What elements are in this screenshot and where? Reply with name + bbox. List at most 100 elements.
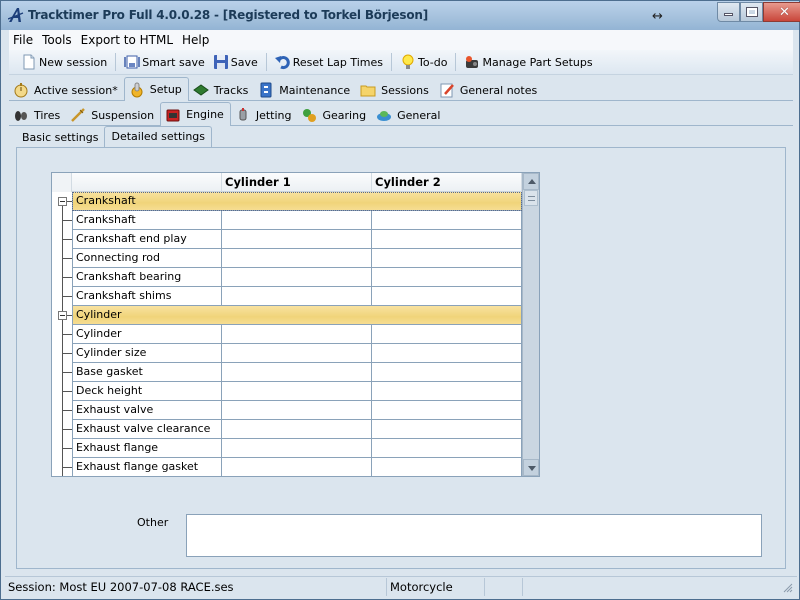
title-bar[interactable]: Tracktimer Pro Full 4.0.0.28 - [Register… [1,1,800,30]
tree-line [62,239,72,240]
grid-cell-cylinder-1[interactable] [222,344,372,363]
grid-cell-cylinder-1[interactable] [222,458,372,476]
grid-cell-cylinder-2[interactable] [372,287,522,306]
grid-header-cylinder-2[interactable]: Cylinder 2 [372,173,522,192]
grid-row[interactable]: Exhaust valve clearance [52,420,522,439]
grid-cell-cylinder-1[interactable] [222,325,372,344]
grid-cell-cylinder-1[interactable] [222,363,372,382]
grid-row[interactable]: Exhaust flange [52,439,522,458]
grid-cell-cylinder-2[interactable] [372,382,522,401]
tab-engine[interactable]: Engine [160,102,231,126]
grid-vertical-scrollbar[interactable] [522,173,539,476]
tree-connector [52,268,72,287]
todo-button[interactable]: To-do [396,51,451,73]
grid-cell-cylinder-2[interactable] [372,268,522,287]
maximize-button[interactable] [740,2,763,22]
grid-row[interactable]: Base gasket [52,363,522,382]
menu-export-html[interactable]: Export to HTML [77,33,177,47]
new-session-button[interactable]: New session [17,51,111,73]
reset-lap-times-button[interactable]: Reset Lap Times [271,51,387,73]
smart-save-button[interactable]: Smart save [120,51,209,73]
grid-row[interactable]: Connecting rod [52,249,522,268]
maintenance-icon [260,82,272,98]
save-button[interactable]: Save [209,51,262,73]
menu-file[interactable]: File [9,33,37,47]
grid-row-label: Crankshaft end play [72,230,222,249]
collapse-toggle-icon[interactable] [58,311,67,320]
grid-cell-cylinder-1[interactable] [222,287,372,306]
tab-tires[interactable]: Tires [9,104,66,126]
grid-cell-cylinder-2[interactable] [372,420,522,439]
setup-tabs: Tires Suspension Engine Jetting Gearing … [9,101,446,126]
grid-body: Crankshaft Crankshaft Crankshaft end play C… [52,192,522,476]
grid-cell-cylinder-2[interactable] [372,211,522,230]
grid-row[interactable]: Crankshaft bearing [52,268,522,287]
tab-basic-settings[interactable]: Basic settings [16,128,104,148]
grid-row[interactable]: Exhaust valve [52,401,522,420]
grid-row[interactable]: Crankshaft shims [52,287,522,306]
tab-setup[interactable]: Setup [123,77,189,101]
engine-subtabs: Basic settings Detailed settings [16,126,213,148]
tab-maintenance[interactable]: Maintenance [254,79,356,101]
tab-sessions[interactable]: Sessions [356,79,435,101]
grid-cell-cylinder-1[interactable] [222,439,372,458]
grid-cell-cylinder-2[interactable] [372,439,522,458]
setup-gear-icon [131,82,143,97]
scroll-up-button[interactable] [523,173,539,190]
close-button[interactable]: ✕ [763,2,800,22]
grid-cell-cylinder-2[interactable] [372,344,522,363]
status-vehicle-type: Motorcycle [387,577,485,596]
grid-row[interactable]: Deck height [52,382,522,401]
grid-cell-cylinder-1[interactable] [222,230,372,249]
grid-cell-cylinder-2[interactable] [372,325,522,344]
grid-cell-cylinder-2[interactable] [372,249,522,268]
grid-group-row[interactable]: Crankshaft [52,192,522,211]
menu-tools[interactable]: Tools [38,33,76,47]
engine-icon [166,109,180,121]
menu-help[interactable]: Help [178,33,213,47]
reset-lap-times-label: Reset Lap Times [292,55,383,69]
grid-cell-cylinder-1[interactable] [222,401,372,420]
resize-grip-icon[interactable] [783,583,793,593]
grid-cell-cylinder-1[interactable] [222,382,372,401]
suspension-icon [71,108,86,122]
grid-row[interactable]: Exhaust flange gasket [52,458,522,476]
grid-row[interactable]: Crankshaft end play [52,230,522,249]
tab-gearing[interactable]: Gearing [297,104,372,126]
grid-cell-cylinder-1[interactable] [222,211,372,230]
grid-cell-cylinder-1[interactable] [222,268,372,287]
tree-line [62,296,72,297]
other-notes-input[interactable] [186,514,762,557]
minimize-button[interactable] [717,2,740,22]
engine-details-grid[interactable]: Cylinder 1 Cylinder 2 Crankshaft Cranksha… [51,172,540,477]
tab-general[interactable]: General [372,104,446,126]
tab-jetting[interactable]: Jetting [231,104,298,126]
grid-cell-cylinder-1[interactable] [222,420,372,439]
grid-cell-cylinder-2[interactable] [372,458,522,476]
tree-connector [52,211,72,230]
tab-general-notes[interactable]: General notes [435,79,543,101]
scroll-thumb[interactable] [524,190,538,206]
grid-cell-cylinder-2[interactable] [372,363,522,382]
grid-cell-cylinder-1[interactable] [222,249,372,268]
grid-group-row[interactable]: Cylinder [52,306,522,325]
grid-row[interactable]: Crankshaft [52,211,522,230]
grid-header-cylinder-1[interactable]: Cylinder 1 [222,173,372,192]
grid-row[interactable]: Cylinder [52,325,522,344]
tab-suspension[interactable]: Suspension [66,104,160,126]
tree-connector [52,325,72,344]
grid-cell-cylinder-2[interactable] [372,230,522,249]
grid-row[interactable]: Cylinder size [52,344,522,363]
scroll-down-button[interactable] [523,459,539,476]
tab-tracks[interactable]: Tracks [189,79,255,101]
grid-cell-cylinder-2[interactable] [372,401,522,420]
window-title: Tracktimer Pro Full 4.0.0.28 - [Register… [28,8,428,22]
app-window: Tracktimer Pro Full 4.0.0.28 - [Register… [0,0,800,600]
tab-detailed-settings[interactable]: Detailed settings [104,126,213,148]
grid-row-label: Crankshaft shims [72,287,222,306]
tab-active-session[interactable]: Active session* [9,79,124,101]
collapse-toggle-icon[interactable] [58,197,67,206]
manage-part-setups-label: Manage Part Setups [482,55,593,69]
grid-row-label: Crankshaft [72,211,222,230]
manage-part-setups-button[interactable]: Manage Part Setups [460,51,596,73]
